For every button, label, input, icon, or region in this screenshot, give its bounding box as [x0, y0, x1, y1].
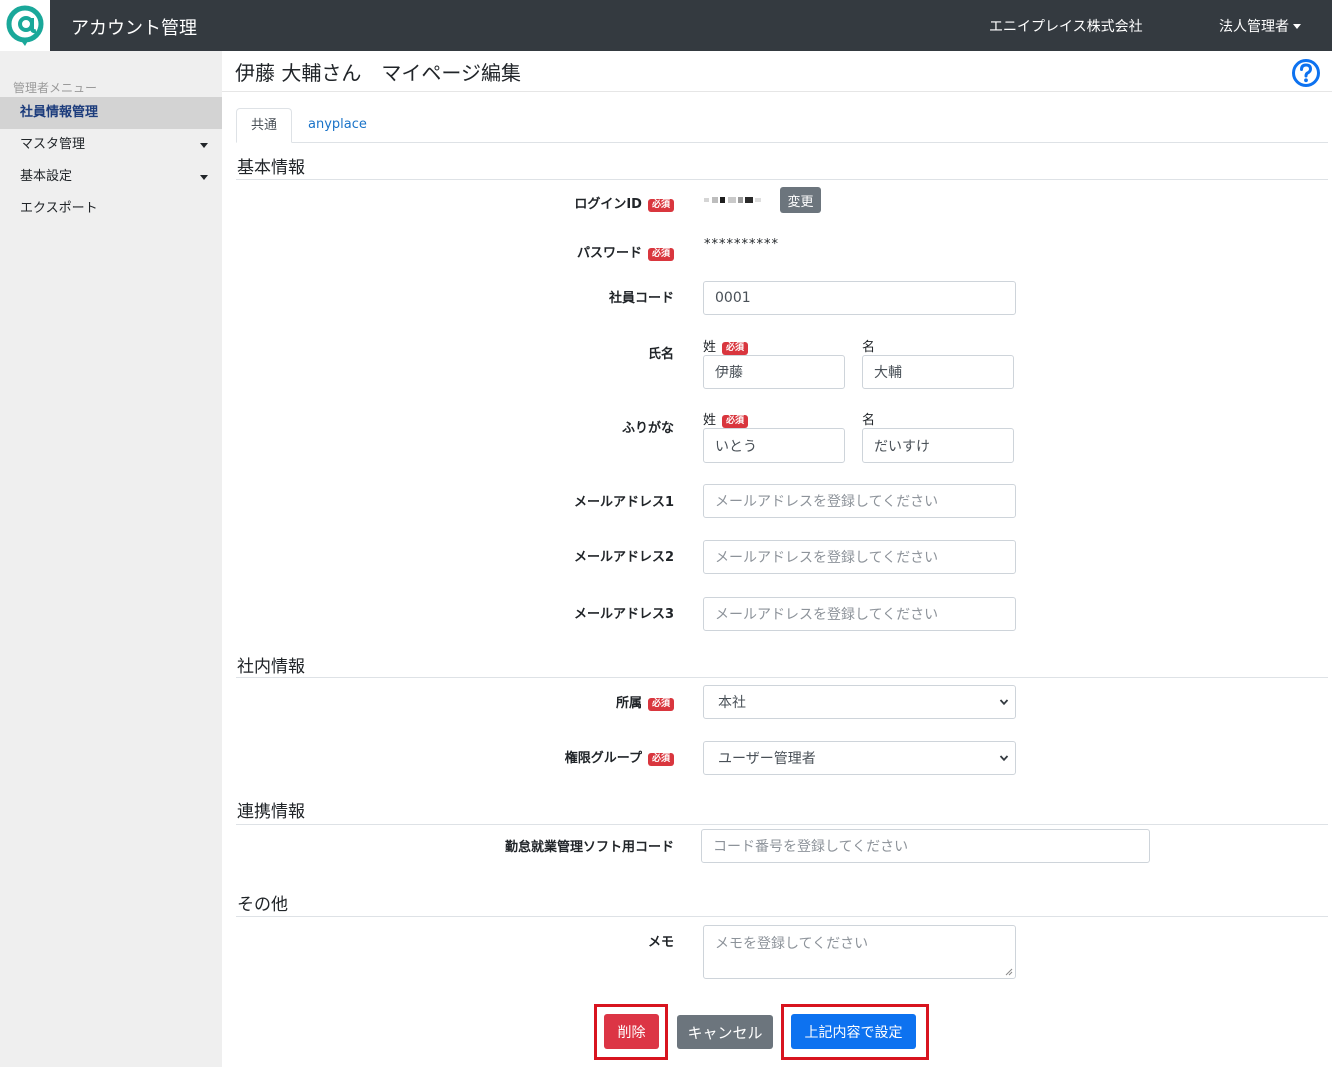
cancel-button[interactable]: キャンセル — [677, 1015, 773, 1049]
resize-grip-icon[interactable] — [1004, 967, 1013, 976]
first-name-input[interactable]: 大輔 — [862, 355, 1014, 389]
sidebar-heading: 管理者メニュー — [13, 81, 98, 95]
section-title-other: その他 — [237, 895, 288, 915]
sidebar-item-label: 基本設定 — [20, 169, 73, 184]
affiliation-select[interactable]: 本社 — [703, 685, 1016, 719]
select-value: 本社 — [718, 695, 746, 711]
at-sign-logo-icon — [6, 5, 44, 46]
page-title: 伊藤 大輔さん マイページ編集 — [235, 61, 521, 85]
name-label: 氏名 — [647, 347, 674, 362]
field-label-text: パスワード — [576, 246, 642, 261]
tab-label: anyplace — [308, 117, 367, 132]
email1-label: メールアドレス1 — [573, 495, 674, 510]
email1-input[interactable]: メールアドレスを登録してください — [703, 484, 1016, 518]
permission-group-select[interactable]: ユーザー管理者 — [703, 741, 1016, 775]
permission-group-label: 権限グループ 必須 — [565, 747, 674, 766]
field-label-text: ログインID — [574, 197, 642, 212]
chevron-down-icon — [999, 755, 1009, 762]
required-badge: 必須 — [647, 753, 674, 766]
field-label-text: 所属 — [615, 696, 642, 711]
sidebar-item-master[interactable]: マスタ管理 — [0, 129, 222, 161]
required-badge: 必須 — [647, 698, 674, 711]
memo-label: メモ — [647, 935, 674, 950]
top-navbar: アカウント管理 エニイプレイス株式会社 法人管理者 — [0, 0, 1332, 51]
masked-login-id — [704, 197, 761, 203]
caret-down-icon — [200, 143, 208, 148]
divider — [236, 916, 1328, 917]
sidebar-item-export[interactable]: エクスポート — [0, 193, 222, 225]
email3-input[interactable]: メールアドレスを登録してください — [703, 597, 1016, 631]
required-badge: 必須 — [647, 199, 674, 212]
employee-code-input[interactable]: 0001 — [703, 281, 1016, 315]
affiliation-label: 所属 必須 — [616, 692, 674, 711]
employee-code-label: 社員コード — [608, 291, 674, 306]
required-badge: 必須 — [647, 248, 674, 261]
sidebar: 管理者メニュー 社員情報管理 マスタ管理 基本設定 エクスポート — [0, 51, 222, 1067]
password-label: パスワード 必須 — [577, 242, 674, 261]
chevron-down-icon — [999, 699, 1009, 706]
last-furigana-sublabel: 姓必須 — [703, 409, 749, 428]
email2-label: メールアドレス2 — [573, 550, 674, 565]
select-value: ユーザー管理者 — [718, 751, 816, 767]
user-menu-label: 法人管理者 — [1219, 19, 1289, 35]
first-furigana-sublabel: 名 — [862, 413, 876, 428]
divider — [236, 179, 1328, 180]
change-login-id-button[interactable]: 変更 — [780, 187, 821, 213]
memo-placeholder: メモを登録してください — [715, 936, 869, 952]
first-furigana-input[interactable]: だいすけ — [862, 428, 1014, 463]
field-label-text: 権限グループ — [564, 751, 642, 766]
sidebar-item-label: エクスポート — [20, 201, 98, 216]
section-title-internal: 社内情報 — [237, 657, 305, 677]
furigana-label: ふりがな — [621, 421, 674, 436]
required-badge: 必須 — [722, 415, 749, 428]
attendance-code-label: 勤怠就業管理ソフト用コード — [504, 840, 674, 855]
caret-down-icon — [1293, 24, 1301, 29]
last-name-input[interactable]: 伊藤 — [703, 355, 845, 389]
sidebar-item-label: マスタ管理 — [20, 137, 86, 152]
email3-label: メールアドレス3 — [573, 607, 674, 622]
password-value: ********** — [704, 237, 779, 252]
app-logo[interactable] — [0, 0, 50, 51]
email2-input[interactable]: メールアドレスを登録してください — [703, 540, 1016, 574]
attendance-code-input[interactable]: コード番号を登録してください — [701, 829, 1150, 863]
sidebar-item-employee-info[interactable]: 社員情報管理 — [0, 97, 222, 129]
app-title: アカウント管理 — [71, 18, 197, 39]
divider — [222, 91, 1332, 92]
sidebar-item-label: 社員情報管理 — [20, 105, 99, 120]
login-id-label: ログインID 必須 — [574, 193, 674, 212]
tab-label: 共通 — [251, 118, 278, 133]
first-name-sublabel: 名 — [862, 340, 876, 355]
divider — [236, 677, 1328, 678]
company-name: エニイプレイス株式会社 — [989, 19, 1143, 35]
memo-textarea[interactable]: メモを登録してください — [703, 925, 1016, 979]
last-name-sublabel: 姓必須 — [703, 336, 749, 355]
question-circle-icon[interactable] — [1291, 58, 1321, 88]
section-title-basic: 基本情報 — [237, 158, 305, 178]
divider — [236, 824, 1328, 825]
tab-anyplace[interactable]: anyplace — [294, 108, 381, 143]
sublabel-text: 姓 — [703, 413, 717, 428]
sublabel-text: 姓 — [703, 340, 717, 355]
tab-common[interactable]: 共通 — [236, 108, 293, 143]
user-menu-dropdown[interactable]: 法人管理者 — [1219, 16, 1301, 36]
required-badge: 必須 — [722, 342, 749, 355]
section-title-integration: 連携情報 — [237, 802, 305, 822]
delete-button[interactable]: 削除 — [604, 1014, 659, 1049]
caret-down-icon — [200, 175, 208, 180]
sidebar-item-basic-settings[interactable]: 基本設定 — [0, 161, 222, 193]
submit-button[interactable]: 上記内容で設定 — [791, 1014, 916, 1049]
tab-bar-border — [236, 142, 1328, 143]
last-furigana-input[interactable]: いとう — [703, 428, 845, 463]
